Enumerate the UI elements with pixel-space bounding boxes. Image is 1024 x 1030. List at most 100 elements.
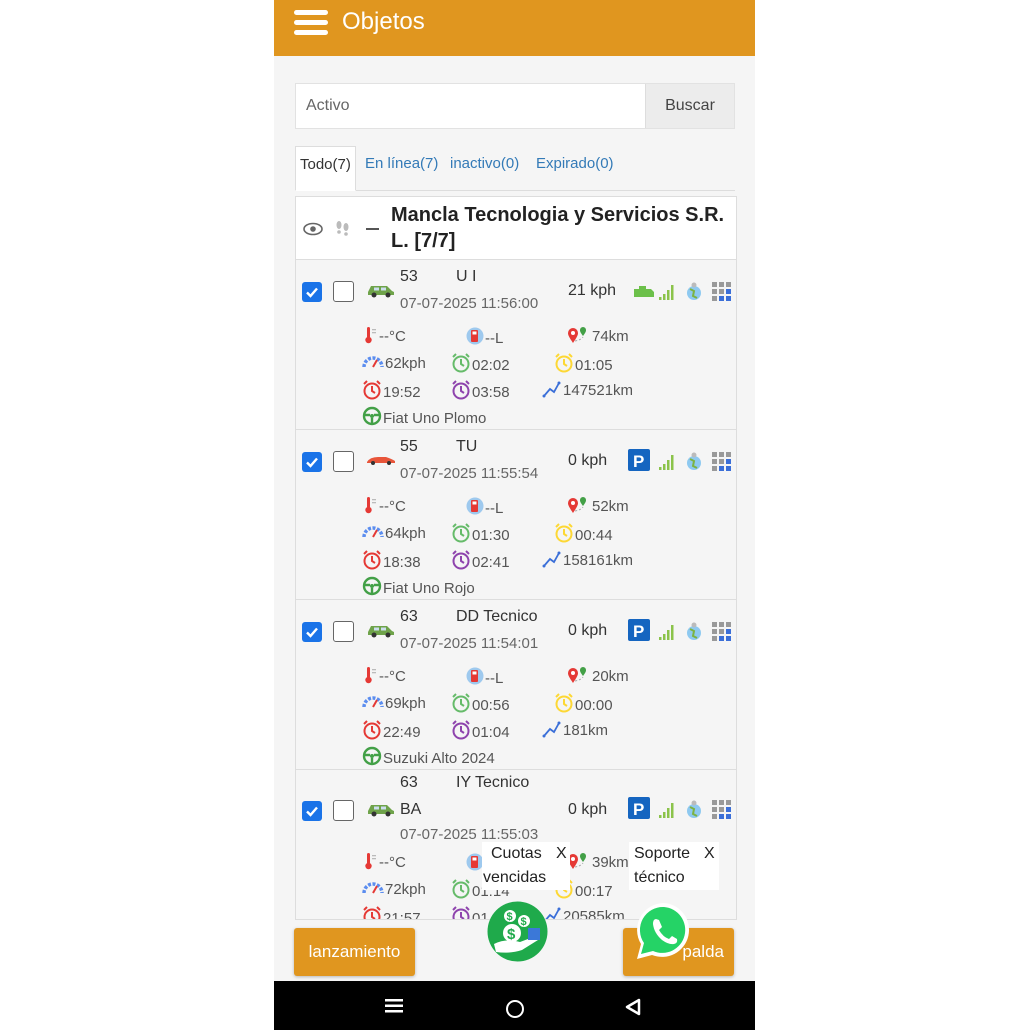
grid-icon[interactable] xyxy=(711,281,733,303)
grid-icon[interactable] xyxy=(711,799,733,821)
recent-apps-icon[interactable] xyxy=(385,999,403,1013)
select-checkbox[interactable] xyxy=(333,281,354,302)
max-speed: 69kph xyxy=(362,693,426,712)
tab-all[interactable]: Todo(7) xyxy=(295,146,356,191)
svg-text:P: P xyxy=(633,452,644,471)
visibility-checkbox[interactable] xyxy=(302,282,322,302)
clock-yellow-icon xyxy=(555,693,573,713)
fuel: --L xyxy=(466,666,503,687)
idle-time: 01:05 xyxy=(554,353,613,374)
engine-time-value: 03:58 xyxy=(472,384,510,401)
support-label-line2: técnico xyxy=(634,869,685,886)
overdue-fees-label-line2: vencidas xyxy=(483,869,547,886)
drive-time-value: 00:56 xyxy=(472,697,510,714)
engine-time: 01 xyxy=(451,906,489,919)
signal-icon xyxy=(659,625,674,640)
odometer: 181km xyxy=(542,720,608,739)
fuel-icon xyxy=(466,667,484,685)
clock-red-icon xyxy=(363,550,381,570)
svg-text:P: P xyxy=(633,622,644,641)
vehicle-row[interactable]: 63 DD Tecnico 07-07-2025 11:54:01 0 kph … xyxy=(296,600,736,770)
drive-time: 01:30 xyxy=(451,523,510,544)
visibility-checkbox[interactable] xyxy=(302,452,322,472)
grid-icon[interactable] xyxy=(711,621,733,643)
overdue-fees-popup[interactable]: Cuotas X vencidas xyxy=(482,842,570,890)
thermometer-icon xyxy=(365,853,376,870)
close-icon[interactable]: X xyxy=(556,842,567,866)
stop-time: 21:57 xyxy=(362,906,421,919)
select-checkbox[interactable] xyxy=(333,451,354,472)
vehicle-id: 53 xyxy=(400,268,418,285)
vehicle-speed: 21 kph xyxy=(568,282,617,299)
tab-expired[interactable]: Expirado(0) xyxy=(536,146,614,188)
max-speed-value: 64kph xyxy=(385,525,426,542)
max-speed: 64kph xyxy=(362,523,426,542)
route-pin-icon xyxy=(568,327,586,343)
steering-wheel-icon xyxy=(362,746,382,766)
temperature: --°C xyxy=(362,666,406,685)
odometer: 147521km xyxy=(542,380,633,399)
odometer: 158161km xyxy=(542,550,633,569)
vehicle-name: DD Tecnico xyxy=(456,608,538,625)
vehicle-row[interactable]: 55 TU 07-07-2025 11:55:54 0 kph P --°C -… xyxy=(296,430,736,600)
idle-time-value: 01:05 xyxy=(575,357,613,374)
vehicle-timestamp: 07-07-2025 11:54:01 xyxy=(400,635,539,652)
parking-icon: P xyxy=(628,449,650,471)
launch-button[interactable]: lanzamiento xyxy=(294,928,415,976)
odometer: 20585km xyxy=(542,906,625,919)
steering-wheel-icon xyxy=(362,406,382,426)
money-icon[interactable]: $ $ $ xyxy=(486,900,549,963)
vehicle-name-line2: BA xyxy=(400,801,422,818)
fuel-icon xyxy=(466,497,484,515)
fuel-icon xyxy=(466,327,484,345)
visibility-checkbox[interactable] xyxy=(302,801,322,821)
menu-icon[interactable] xyxy=(294,10,328,36)
back-icon[interactable] xyxy=(625,998,641,1016)
driver: Suzuki Alto 2024 xyxy=(362,746,495,767)
clock-green-icon xyxy=(452,523,470,543)
group-title: Mancla Tecnologia y Servicios S.R. L. [7… xyxy=(391,204,725,252)
fuel-value: --L xyxy=(485,500,504,517)
footprint-icon[interactable] xyxy=(335,219,351,239)
support-popup[interactable]: Soporte X técnico xyxy=(629,842,719,890)
grid-icon[interactable] xyxy=(711,451,733,473)
home-icon[interactable] xyxy=(506,1000,524,1018)
whatsapp-icon[interactable] xyxy=(632,899,696,963)
max-speed-value: 69kph xyxy=(385,695,426,712)
close-icon[interactable]: X xyxy=(704,842,715,866)
temperature: --°C xyxy=(362,496,406,515)
distance: 74km xyxy=(567,326,629,345)
tab-online[interactable]: En línea(7) xyxy=(365,146,438,188)
temperature-value: --°C xyxy=(379,498,406,515)
car-icon xyxy=(368,286,394,298)
temperature: --°C xyxy=(362,852,406,871)
idle-time-value: 00:44 xyxy=(575,527,613,544)
clock-purple-icon xyxy=(452,720,470,740)
vehicle-timestamp: 07-07-2025 11:55:03 xyxy=(400,826,539,843)
engine-time-value: 02:41 xyxy=(472,554,510,571)
select-checkbox[interactable] xyxy=(333,800,354,821)
collapse-icon[interactable] xyxy=(366,228,379,230)
temperature-value: --°C xyxy=(379,668,406,685)
vehicle-speed: 0 kph xyxy=(568,801,608,818)
idle-time-value: 00:17 xyxy=(575,883,613,900)
eye-icon[interactable] xyxy=(303,222,323,236)
vehicle-row[interactable]: 53 U I 07-07-2025 11:56:00 21 kph --°C -… xyxy=(296,260,736,430)
car-icon xyxy=(368,805,394,817)
search-button[interactable]: Buscar xyxy=(645,84,734,128)
route-pin-icon xyxy=(568,853,586,869)
speedometer-icon xyxy=(362,356,384,368)
group-header[interactable]: Mancla Tecnologia y Servicios S.R. L. [7… xyxy=(296,197,736,260)
fuel-value: --L xyxy=(485,330,504,347)
top-app-bar: Objetos xyxy=(274,0,755,56)
fuel: --L xyxy=(466,326,503,347)
visibility-checkbox[interactable] xyxy=(302,622,322,642)
speedometer-icon xyxy=(362,526,384,538)
select-checkbox[interactable] xyxy=(333,621,354,642)
tab-inactive[interactable]: inactivo(0) xyxy=(450,146,519,188)
speedometer-icon xyxy=(362,696,384,708)
drive-time-value: 01:30 xyxy=(472,527,510,544)
search-input[interactable] xyxy=(296,84,646,128)
signal-icon xyxy=(659,285,674,300)
route-pin-icon xyxy=(568,497,586,513)
